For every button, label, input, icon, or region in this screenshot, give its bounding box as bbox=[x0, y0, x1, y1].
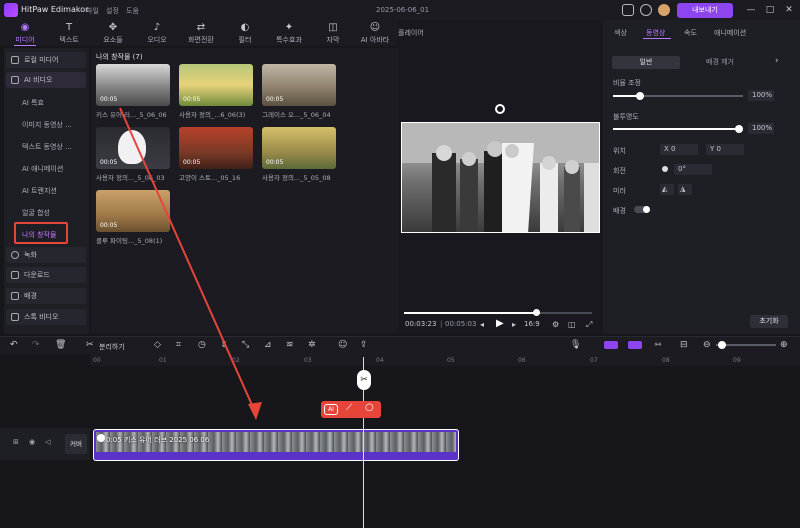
annotation-arrow bbox=[119, 107, 262, 420]
